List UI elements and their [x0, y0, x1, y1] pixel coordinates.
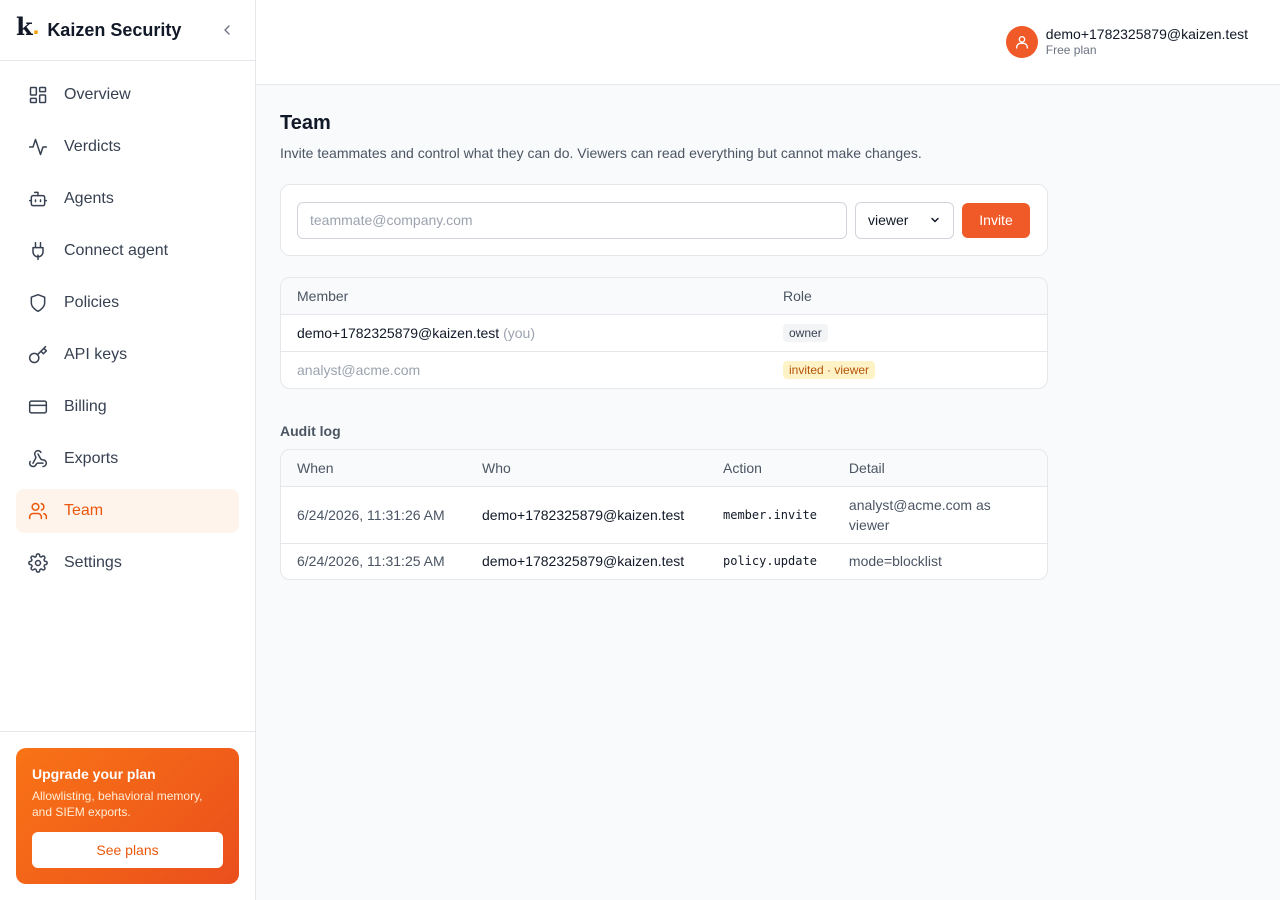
sidebar-item-settings[interactable]: Settings	[16, 541, 239, 585]
column-header-who: Who	[466, 450, 707, 487]
sidebar-item-api-keys[interactable]: API keys	[16, 333, 239, 377]
user-icon	[1015, 36, 1028, 49]
table-row: analyst@acme.com invited · viewer	[281, 351, 1047, 388]
column-header-action: Action	[707, 450, 833, 487]
sidebar-item-label: Team	[64, 502, 104, 519]
sidebar-item-verdicts[interactable]: Verdicts	[16, 125, 239, 169]
audit-when: 6/24/2026, 11:31:26 AM	[281, 486, 466, 544]
column-header-detail: Detail	[832, 450, 1047, 487]
sidebar-item-label: Connect agent	[64, 242, 169, 259]
audit-action: member.invite	[707, 486, 833, 544]
webhook-icon	[28, 449, 48, 469]
status-badge: invited · viewer	[783, 360, 876, 379]
gear-icon	[28, 553, 48, 573]
role-select[interactable]: viewer	[855, 201, 954, 239]
sidebar-item-label: Overview	[64, 86, 131, 103]
bot-icon	[28, 189, 48, 209]
sidebar-item-label: API keys	[64, 346, 128, 363]
role-select-value: viewer	[868, 212, 909, 228]
sidebar-item-billing[interactable]: Billing	[16, 385, 239, 429]
upgrade-card: Upgrade your plan Allowlisting, behavior…	[16, 748, 239, 884]
column-header-when: When	[281, 450, 466, 487]
plug-icon	[28, 241, 48, 261]
sidebar-nav: Overview Verdicts Agents Connect agent P…	[0, 61, 255, 585]
see-plans-button[interactable]: See plans	[32, 832, 223, 868]
member-email: demo+1782325879@kaizen.test	[297, 324, 500, 341]
sidebar: k. Kaizen Security Overview Verdicts Age…	[0, 0, 256, 900]
activity-icon	[28, 137, 48, 157]
brand-name: Kaizen Security	[47, 19, 182, 40]
audit-header-row: When Who Action Detail	[281, 450, 1047, 487]
audit-log-title: Audit log	[280, 423, 341, 439]
table-row: 6/24/2026, 11:31:25 AM demo+1782325879@k…	[281, 543, 1047, 579]
sidebar-footer: Upgrade your plan Allowlisting, behavior…	[0, 731, 255, 900]
sidebar-item-label: Verdicts	[64, 138, 121, 155]
audit-who: demo+1782325879@kaizen.test	[482, 553, 685, 570]
member-email-cell: analyst@acme.com	[281, 351, 767, 388]
user-plan: Free plan	[1045, 43, 1097, 57]
sidebar-item-overview[interactable]: Overview	[16, 73, 239, 117]
credit-card-icon	[28, 397, 48, 417]
sidebar-item-label: Exports	[64, 450, 119, 467]
audit-when: 6/24/2026, 11:31:25 AM	[297, 553, 445, 570]
chevron-down-icon	[931, 217, 939, 223]
brand-header: k. Kaizen Security	[0, 0, 255, 61]
main-content: Team Invite teammates and control what t…	[280, 110, 1048, 580]
member-email-cell: demo+1782325879@kaizen.test (you)	[281, 314, 767, 352]
audit-action: policy.update	[723, 554, 817, 569]
page-title: Team	[280, 112, 331, 134]
key-icon	[28, 345, 48, 365]
sidebar-item-label: Policies	[64, 294, 120, 311]
you-label: (you)	[503, 324, 535, 341]
sidebar-item-team[interactable]: Team	[16, 489, 239, 533]
sidebar-item-policies[interactable]: Policies	[16, 281, 239, 325]
audit-detail: mode=blocklist	[848, 553, 942, 570]
brand-logo: k	[16, 12, 33, 41]
invite-email-input[interactable]	[297, 201, 847, 239]
table-row: demo+1782325879@kaizen.test (you) owner	[281, 314, 1047, 352]
upgrade-title: Upgrade your plan	[32, 766, 156, 782]
grid-icon	[28, 85, 48, 105]
role-badge: owner	[783, 323, 828, 342]
column-header-role: Role	[767, 278, 1047, 315]
members-header-row: Member Role	[281, 278, 1047, 315]
invite-button[interactable]: Invite	[962, 202, 1030, 238]
column-header-member: Member	[281, 278, 767, 315]
table-row: 6/24/2026, 11:31:26 AM demo+1782325879@k…	[281, 486, 1047, 544]
audit-log-table: When Who Action Detail 6/24/2026, 11:31:…	[280, 449, 1048, 580]
invite-form: viewer Invite	[280, 184, 1048, 256]
sidebar-item-label: Agents	[64, 190, 114, 207]
sidebar-item-label: Billing	[64, 398, 107, 415]
avatar	[1005, 26, 1038, 58]
sidebar-item-label: Settings	[64, 554, 122, 571]
sidebar-item-exports[interactable]: Exports	[16, 437, 239, 481]
sidebar-item-agents[interactable]: Agents	[16, 177, 239, 221]
sidebar-item-connect-agent[interactable]: Connect agent	[16, 229, 239, 273]
audit-who: demo+1782325879@kaizen.test	[466, 486, 707, 544]
users-icon	[28, 501, 48, 521]
upgrade-description: Allowlisting, behavioral memory, and SIE…	[32, 789, 203, 819]
shield-icon	[28, 293, 48, 313]
collapse-sidebar-button[interactable]	[215, 18, 239, 42]
chevron-left-icon	[224, 25, 230, 35]
audit-detail: analyst@acme.com as viewer	[832, 486, 1047, 544]
member-role-cell: invited · viewer	[767, 351, 1047, 388]
member-email: analyst@acme.com	[297, 361, 421, 378]
user-email: demo+1782325879@kaizen.test	[1045, 26, 1248, 42]
user-menu[interactable]: demo+1782325879@kaizen.test Free plan	[1005, 26, 1248, 58]
members-table: Member Role demo+1782325879@kaizen.test …	[280, 277, 1048, 389]
member-role-cell: owner	[767, 314, 1047, 352]
brand-logo-dot: .	[32, 13, 40, 40]
top-bar: demo+1782325879@kaizen.test Free plan	[256, 0, 1280, 85]
page-subtitle: Invite teammates and control what they c…	[280, 145, 922, 161]
